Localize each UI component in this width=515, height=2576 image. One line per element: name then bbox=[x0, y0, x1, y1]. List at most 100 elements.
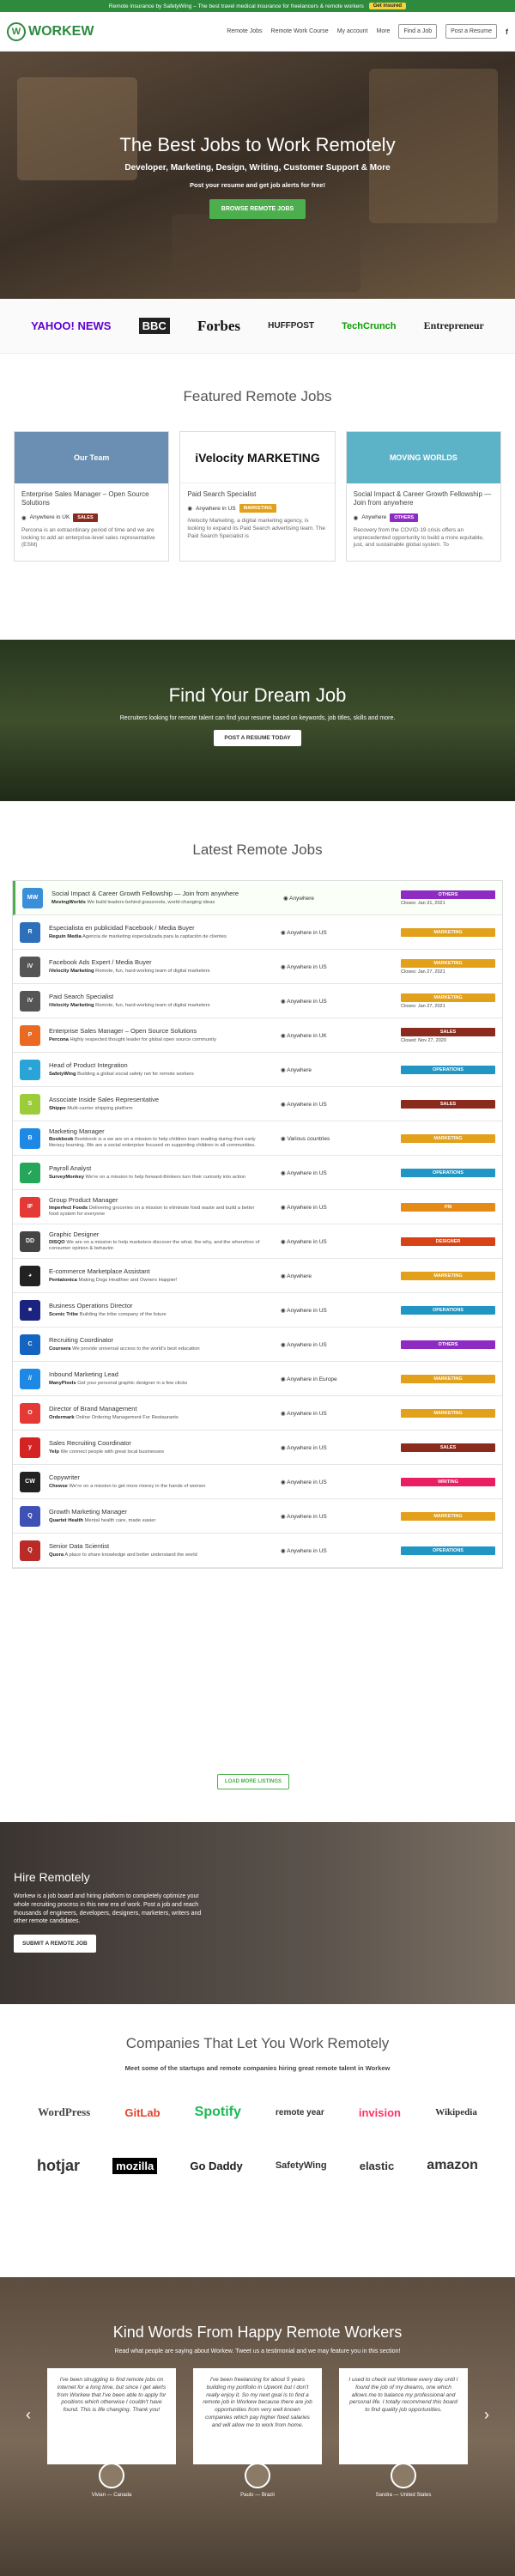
category-tag[interactable]: SALES bbox=[401, 1027, 495, 1036]
job-location: ◉ Anywhere bbox=[281, 1066, 392, 1073]
nav-my-account[interactable]: My account bbox=[337, 28, 368, 34]
brand-name: WORKEW bbox=[28, 23, 94, 39]
facebook-icon[interactable]: f bbox=[506, 27, 508, 36]
job-row[interactable]: B Marketing Manager Bookbook Bookbook is a… bbox=[13, 1121, 502, 1156]
nav-more[interactable]: More bbox=[377, 28, 391, 34]
featured-card[interactable]: MOVING WORLDS Social Impact & Career Gro… bbox=[345, 431, 501, 562]
job-row[interactable]: ≡ Head of Product Integration SafetyWing B… bbox=[13, 1053, 502, 1087]
category-tag[interactable]: OTHERS bbox=[401, 1340, 495, 1349]
job-row[interactable]: // Inbound Marketing Lead ManyPixels Get y… bbox=[13, 1362, 502, 1396]
job-location: ◉ Anywhere in US bbox=[281, 1410, 392, 1417]
carousel-next-icon[interactable]: › bbox=[484, 2406, 489, 2424]
job-row[interactable]: S Associate Inside Sales Representative Sh… bbox=[13, 1087, 502, 1121]
job-row[interactable]: MW Social Impact & Career Growth Fellowsh… bbox=[13, 881, 502, 915]
category-tag[interactable]: MARKETING bbox=[401, 927, 495, 937]
job-title[interactable]: Senior Data Scientist bbox=[49, 1542, 264, 1550]
job-company: iVelocity Marketing bbox=[49, 1002, 94, 1008]
job-row[interactable]: iV Facebook Ads Expert / Media Buyer iVelo… bbox=[13, 950, 502, 984]
category-tag[interactable]: SALES bbox=[73, 513, 98, 522]
category-tag[interactable]: MARKETING bbox=[401, 1133, 495, 1143]
load-more-button[interactable]: LOAD MORE LISTINGS bbox=[217, 1774, 289, 1789]
job-title[interactable]: E-commerce Marketplace Assistant bbox=[49, 1267, 264, 1275]
category-tag[interactable]: OTHERS bbox=[390, 513, 419, 522]
featured-card-title[interactable]: Paid Search Specialist bbox=[187, 490, 327, 499]
job-company: Reguin Media bbox=[49, 933, 82, 939]
featured-card-title[interactable]: Social Impact & Career Growth Fellowship… bbox=[354, 490, 494, 508]
job-title[interactable]: Group Product Manager bbox=[49, 1196, 264, 1204]
browse-jobs-button[interactable]: BROWSE REMOTE JOBS bbox=[209, 199, 306, 219]
job-row[interactable]: P Enterprise Sales Manager – Open Source … bbox=[13, 1018, 502, 1053]
category-tag[interactable]: MARKETING bbox=[401, 1511, 495, 1521]
category-tag[interactable]: MARKETING bbox=[401, 958, 495, 968]
post-resume-button[interactable]: Post a Resume bbox=[445, 24, 497, 39]
carousel-prev-icon[interactable]: ‹ bbox=[26, 2406, 31, 2424]
category-tag[interactable]: SALES bbox=[401, 1099, 495, 1109]
job-title[interactable]: Social Impact & Career Growth Fellowship… bbox=[52, 890, 266, 897]
nav-remote-jobs[interactable]: Remote Jobs bbox=[227, 28, 262, 34]
featured-card[interactable]: iVelocity MARKETING Paid Search Speciali… bbox=[179, 431, 336, 562]
job-location-text: Anywhere bbox=[287, 1066, 312, 1073]
job-row[interactable]: ◕ E-commerce Marketplace Assistant Pentato… bbox=[13, 1259, 502, 1293]
job-row[interactable]: iV Paid Search Specialist iVelocity Market… bbox=[13, 984, 502, 1018]
job-row[interactable]: ■ Business Operations Director Scenic Trib… bbox=[13, 1293, 502, 1327]
job-title[interactable]: Recruiting Coordinator bbox=[49, 1336, 264, 1344]
category-tag[interactable]: OPERATIONS bbox=[401, 1546, 495, 1555]
category-tag[interactable]: MARKETING bbox=[401, 1408, 495, 1418]
job-title[interactable]: Head of Product Integration bbox=[49, 1061, 264, 1069]
category-tag[interactable]: OPERATIONS bbox=[401, 1168, 495, 1177]
job-title[interactable]: Enterprise Sales Manager – Open Source S… bbox=[49, 1027, 264, 1035]
job-title[interactable]: Marketing Manager bbox=[49, 1127, 264, 1135]
company-logo: O bbox=[20, 1402, 40, 1424]
job-title[interactable]: Facebook Ads Expert / Media Buyer bbox=[49, 958, 264, 966]
job-title[interactable]: Associate Inside Sales Representative bbox=[49, 1096, 264, 1103]
job-title[interactable]: Growth Marketing Manager bbox=[49, 1508, 264, 1516]
job-title[interactable]: Inbound Marketing Lead bbox=[49, 1370, 264, 1378]
category-tag[interactable]: WRITING bbox=[401, 1477, 495, 1486]
job-info: Copywriter Chewse We're on a mission to g… bbox=[49, 1473, 264, 1490]
job-company: Quartet Health bbox=[49, 1517, 83, 1523]
category-tag[interactable]: PM bbox=[401, 1202, 495, 1212]
job-row[interactable]: IF Group Product Manager Imperfect Foods D… bbox=[13, 1190, 502, 1224]
job-meta: OPERATIONS bbox=[401, 1305, 495, 1315]
job-title[interactable]: Especialista en publicidad Facebook / Me… bbox=[49, 924, 264, 932]
job-row[interactable]: Q Growth Marketing Manager Quartet Health … bbox=[13, 1499, 502, 1534]
job-row[interactable]: ✓ Payroll Analyst SurveyMonkey We're on a … bbox=[13, 1156, 502, 1190]
job-title[interactable]: Business Operations Director bbox=[49, 1302, 264, 1309]
job-row[interactable]: R Especialista en publicidad Facebook / M… bbox=[13, 915, 502, 950]
category-tag[interactable]: MARKETING bbox=[239, 504, 276, 513]
job-location: ◉ Anywhere in US bbox=[281, 1204, 392, 1211]
find-job-button[interactable]: Find a Job bbox=[398, 24, 438, 39]
job-title[interactable]: Copywriter bbox=[49, 1473, 264, 1481]
job-title[interactable]: Director of Brand Management bbox=[49, 1405, 264, 1413]
brand-logo[interactable]: W WORKEW bbox=[7, 21, 94, 41]
job-row[interactable]: C Recruiting Coordinator Coursera We provi… bbox=[13, 1327, 502, 1362]
post-resume-today-button[interactable]: POST A RESUME TODAY bbox=[214, 730, 301, 746]
job-row[interactable]: CW Copywriter Chewse We're on a mission to… bbox=[13, 1465, 502, 1499]
featured-card-title[interactable]: Enterprise Sales Manager – Open Source S… bbox=[21, 490, 161, 508]
category-tag[interactable]: MARKETING bbox=[401, 1271, 495, 1280]
job-row[interactable]: DD Graphic Designer DISQO We are on a miss… bbox=[13, 1224, 502, 1259]
category-tag[interactable]: SALES bbox=[401, 1443, 495, 1452]
job-title[interactable]: Paid Search Specialist bbox=[49, 993, 264, 1000]
category-tag[interactable]: OPERATIONS bbox=[401, 1305, 495, 1315]
job-info: Paid Search Specialist iVelocity Marketin… bbox=[49, 993, 264, 1009]
category-tag[interactable]: OPERATIONS bbox=[401, 1065, 495, 1074]
job-company: DISQO bbox=[49, 1239, 65, 1245]
job-title[interactable]: Payroll Analyst bbox=[49, 1164, 264, 1172]
featured-card[interactable]: Our Team Enterprise Sales Manager – Open… bbox=[14, 431, 170, 562]
job-row[interactable]: O Director of Brand Management Ordermark O… bbox=[13, 1396, 502, 1431]
category-tag[interactable]: OTHERS bbox=[401, 890, 495, 899]
job-row[interactable]: y Sales Recruiting Coordinator Yelp We con… bbox=[13, 1431, 502, 1465]
job-title[interactable]: Sales Recruiting Coordinator bbox=[49, 1439, 264, 1447]
job-location: ◉ Various countries bbox=[281, 1135, 392, 1142]
nav-remote-course[interactable]: Remote Work Course bbox=[271, 28, 329, 34]
category-tag[interactable]: MARKETING bbox=[401, 993, 495, 1002]
job-row[interactable]: Q Senior Data Scientist Quora A place to s… bbox=[13, 1534, 502, 1568]
promo-cta-button[interactable]: Get insured bbox=[368, 3, 407, 9]
category-tag[interactable]: MARKETING bbox=[401, 1374, 495, 1383]
submit-job-button[interactable]: SUBMIT A REMOTE JOB bbox=[14, 1935, 96, 1953]
job-company-desc: Making Dogs Healthier and Owners Happier… bbox=[78, 1277, 178, 1283]
job-title[interactable]: Graphic Designer bbox=[49, 1230, 264, 1238]
job-location-text: Anywhere in US bbox=[287, 1238, 327, 1245]
category-tag[interactable]: DESIGNER bbox=[401, 1236, 495, 1246]
